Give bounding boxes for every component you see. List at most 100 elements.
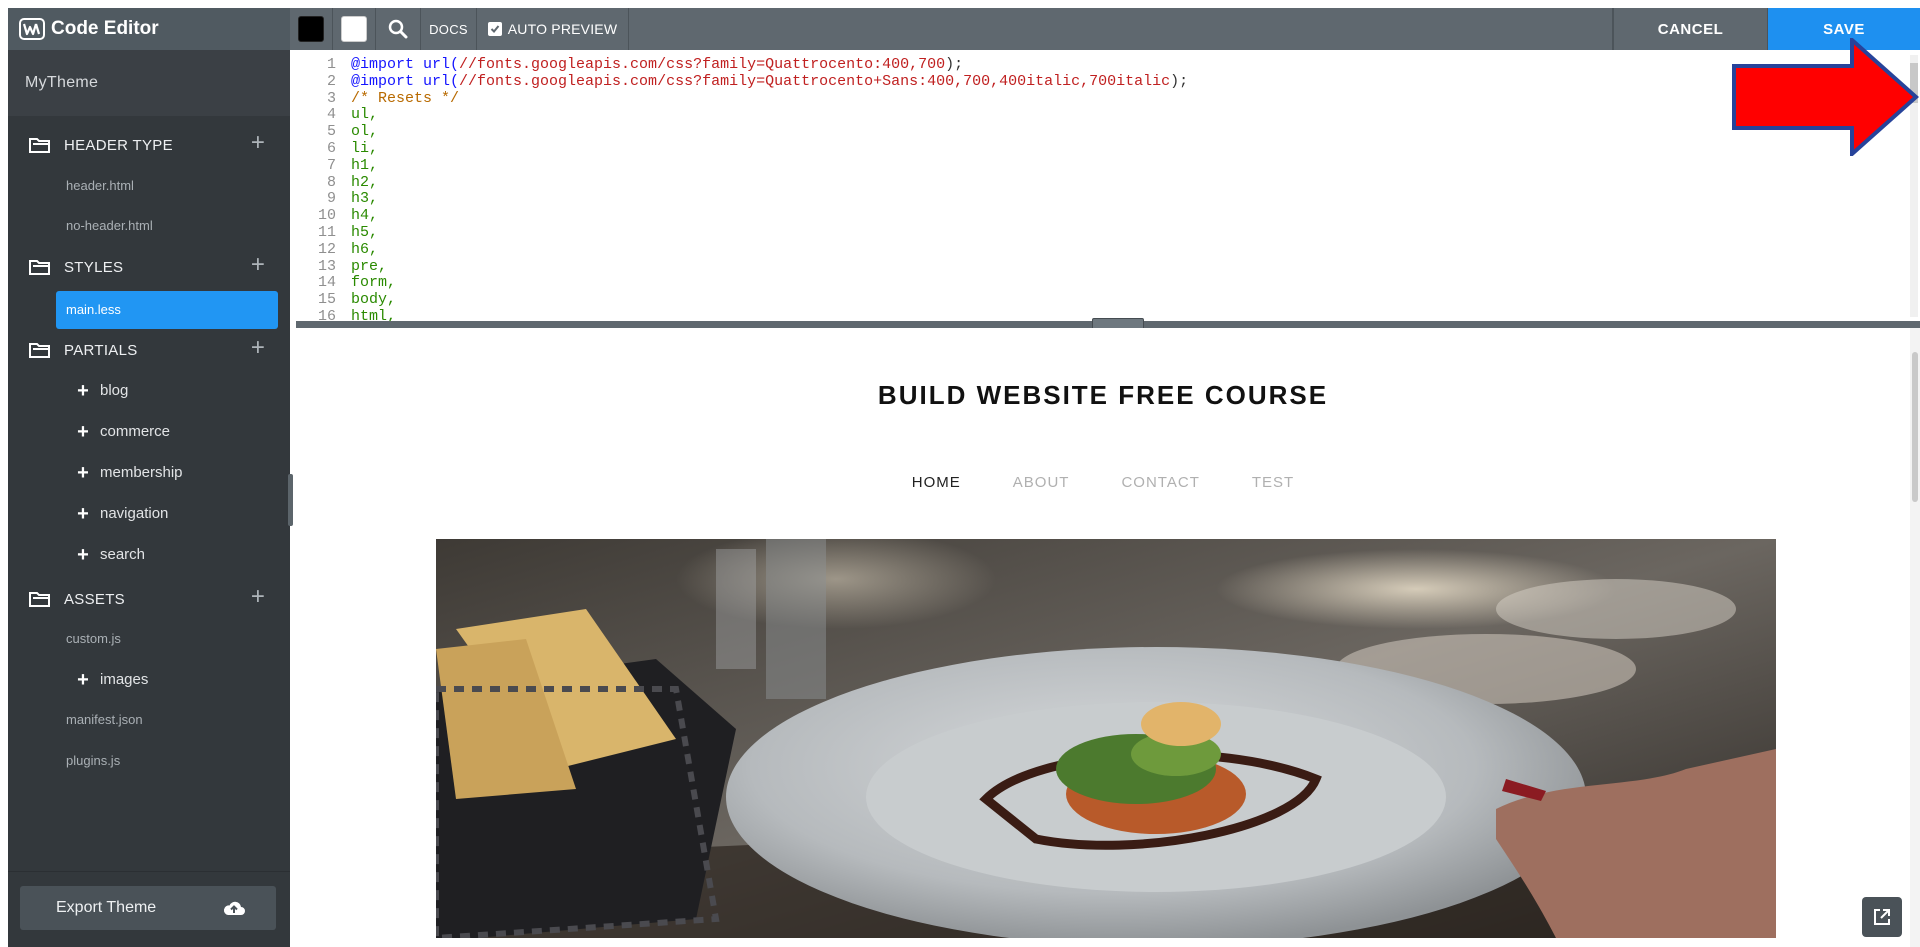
sidebar: Code Editor MyTheme HEADER TYPE + header…: [8, 8, 290, 947]
expand-icon: +: [77, 503, 89, 525]
folder-label: navigation: [100, 505, 169, 522]
section-label: ASSETS: [64, 590, 125, 608]
folder-label: commerce: [100, 423, 171, 440]
section-assets[interactable]: ASSETS +: [8, 579, 290, 619]
code-line[interactable]: h1,: [351, 157, 1188, 175]
expand-icon: +: [77, 544, 89, 566]
line-number: 6: [326, 139, 336, 157]
checkbox-checked-icon[interactable]: [487, 22, 502, 36]
auto-preview-toggle[interactable]: AUTO PREVIEW: [477, 8, 629, 50]
folder-membership[interactable]: + membership: [76, 462, 182, 484]
light-swatch: [341, 16, 367, 42]
code-line[interactable]: h2,: [351, 174, 1188, 192]
code-line[interactable]: @import url(//fonts.googleapis.com/css?f…: [351, 56, 1188, 74]
line-number: 7: [326, 156, 336, 174]
file-no-header-html[interactable]: no-header.html: [66, 216, 153, 236]
light-theme-toggle[interactable]: [333, 8, 376, 50]
dark-swatch: [298, 16, 324, 42]
code-line[interactable]: pre,: [351, 258, 1188, 276]
folder-icon: [29, 592, 50, 607]
sidebar-resize-handle[interactable]: [288, 474, 293, 526]
folder-icon: [29, 343, 50, 358]
expand-icon: +: [77, 380, 89, 402]
folder-label: blog: [100, 382, 129, 399]
site-navigation: HOME ABOUT CONTACT TEST: [296, 474, 1910, 491]
site-title: BUILD WEBSITE FREE COURSE: [877, 380, 1329, 410]
file-main-less[interactable]: main.less: [56, 291, 278, 329]
code-line[interactable]: h4,: [351, 207, 1188, 225]
hero-image: [436, 539, 1776, 938]
external-link-icon: [1874, 909, 1890, 925]
section-label: STYLES: [64, 258, 124, 276]
line-number: 11: [317, 223, 336, 241]
expand-icon: +: [77, 462, 89, 484]
pane-splitter[interactable]: [296, 318, 1920, 331]
code-line[interactable]: /* Resets */: [351, 90, 1188, 108]
folder-search[interactable]: + search: [76, 544, 145, 566]
code-line[interactable]: h3,: [351, 191, 1188, 208]
code-line[interactable]: li,: [351, 140, 1188, 158]
folder-label: images: [100, 671, 149, 688]
open-external-button[interactable]: [1862, 897, 1902, 937]
scrollbar-thumb[interactable]: [1912, 352, 1918, 502]
line-number: 4: [326, 106, 336, 124]
code-editor[interactable]: 1 2 3 4 5 6 7 8 9 10 11 12 13 14 15 16 @import url(//fo…: [296, 53, 1920, 321]
line-number: 12: [317, 240, 336, 258]
line-number: 5: [326, 123, 336, 141]
auto-preview-label: AUTO PREVIEW: [507, 21, 618, 37]
export-label: Export Theme: [56, 899, 157, 916]
search-icon: [388, 19, 408, 39]
toolbar-spacer: [629, 8, 1613, 50]
nav-home[interactable]: HOME: [912, 474, 961, 491]
app-header: Code Editor: [8, 8, 290, 50]
add-icon[interactable]: +: [248, 336, 268, 360]
line-number: 14: [317, 274, 336, 292]
toolbar: DOCS AUTO PREVIEW CANCEL SAVE: [290, 8, 1920, 50]
line-number: 2: [326, 72, 336, 90]
code-line[interactable]: @import url(//fonts.googleapis.com/css?f…: [351, 73, 1188, 91]
code-line[interactable]: body,: [351, 291, 1188, 309]
folder-icon: [29, 138, 50, 153]
preview-scrollbar[interactable]: [1910, 328, 1920, 947]
code-line[interactable]: ul,: [351, 107, 1188, 124]
file-plugins-js[interactable]: plugins.js: [66, 751, 120, 771]
nav-test[interactable]: TEST: [1252, 474, 1294, 491]
section-styles[interactable]: STYLES +: [8, 247, 290, 287]
docs-button[interactable]: DOCS: [421, 8, 477, 50]
line-number: 15: [317, 291, 336, 309]
weebly-logo-icon: [19, 18, 45, 40]
line-number: 1: [326, 56, 336, 73]
code-line[interactable]: html,: [351, 308, 1188, 321]
line-number: 9: [326, 190, 336, 208]
file-custom-js[interactable]: custom.js: [66, 629, 121, 649]
add-icon[interactable]: +: [248, 253, 268, 277]
folder-images[interactable]: + images: [76, 669, 148, 691]
folder-commerce[interactable]: + commerce: [76, 421, 170, 443]
red-arrow-annotation: [1732, 38, 1920, 156]
code-line[interactable]: h5,: [351, 224, 1188, 242]
code-line[interactable]: form,: [351, 275, 1188, 292]
code-line[interactable]: ol,: [351, 123, 1188, 141]
expand-icon: +: [77, 669, 89, 691]
line-number: 10: [317, 207, 336, 225]
line-number: 8: [326, 173, 336, 191]
nav-contact[interactable]: CONTACT: [1121, 474, 1199, 491]
line-number: 13: [317, 257, 336, 275]
search-button[interactable]: [376, 8, 421, 50]
nav-about[interactable]: ABOUT: [1013, 474, 1070, 491]
dark-theme-toggle[interactable]: [290, 8, 333, 50]
file-manifest-json[interactable]: manifest.json: [66, 710, 143, 730]
folder-label: search: [100, 546, 146, 563]
code-line[interactable]: h6,: [351, 241, 1188, 259]
export-theme-button[interactable]: Export Theme: [20, 886, 276, 930]
section-partials[interactable]: PARTIALS +: [8, 330, 290, 370]
food-photo: [436, 539, 1776, 938]
folder-navigation[interactable]: + navigation: [76, 503, 168, 525]
add-icon[interactable]: +: [248, 131, 268, 155]
code-content[interactable]: @import url(//fonts.googleapis.com/css?f…: [351, 56, 1188, 321]
file-header-html[interactable]: header.html: [66, 176, 134, 196]
folder-icon: [29, 260, 50, 275]
section-header-type[interactable]: HEADER TYPE +: [8, 125, 290, 165]
add-icon[interactable]: +: [248, 585, 268, 609]
folder-blog[interactable]: + blog: [76, 380, 128, 402]
